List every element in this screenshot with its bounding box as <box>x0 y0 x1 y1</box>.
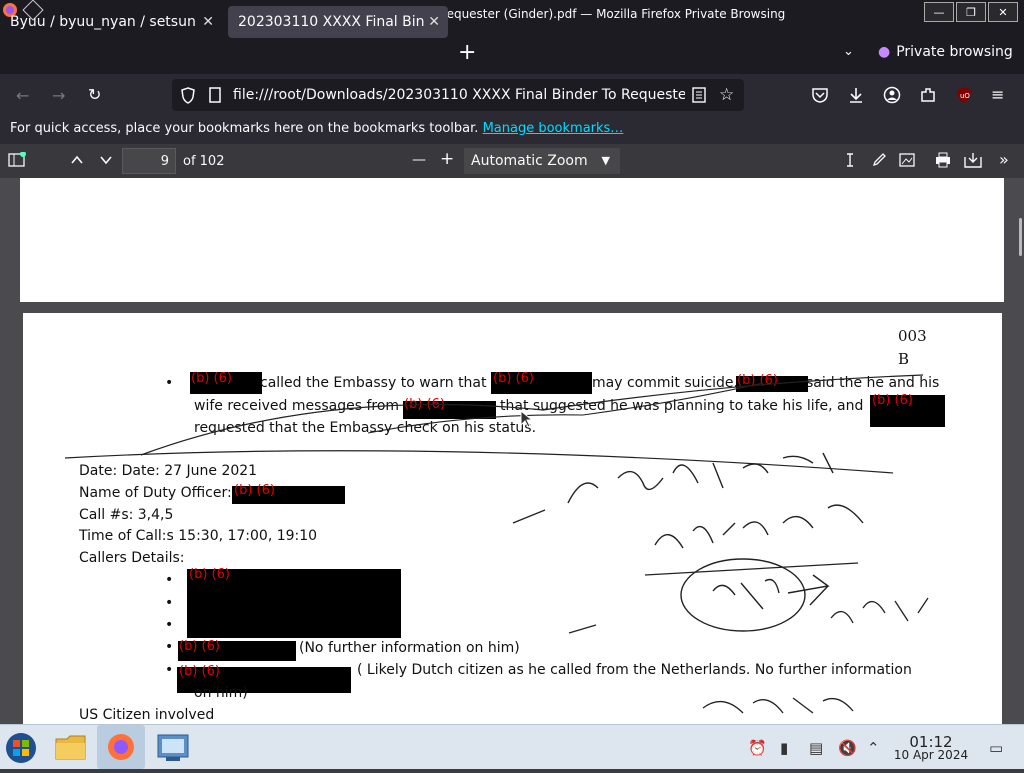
sidebar-toggle-icon[interactable] <box>8 151 26 172</box>
zoom-in-button[interactable]: + <box>440 149 454 169</box>
taskbar: ⏰ ▮ ▤ 🔇 ⌃ ▭ <box>0 724 1024 769</box>
pdf-viewer[interactable]: 003 B • (b) (6) called the Embassy to wa… <box>0 178 1024 724</box>
hamburger-menu-icon[interactable]: ≡ <box>991 85 1004 104</box>
text-select-icon[interactable] <box>844 152 856 172</box>
add-image-icon[interactable] <box>899 152 915 172</box>
downloads-icon[interactable] <box>847 86 865 108</box>
bookmark-star-icon[interactable]: ☆ <box>719 79 734 111</box>
bookmarks-hint-text: For quick access, place your bookmarks h… <box>10 121 479 136</box>
next-page-icon[interactable] <box>99 152 113 172</box>
bookmarks-toolbar: For quick access, place your bookmarks h… <box>0 116 1024 144</box>
close-tab-icon[interactable]: ✕ <box>428 6 440 38</box>
pdf-page-current: 003 B • (b) (6) called the Embassy to wa… <box>23 313 1002 724</box>
handwriting-scribbles <box>64 374 929 714</box>
list-all-tabs-button[interactable]: ⌄ <box>843 44 854 59</box>
new-tab-button[interactable]: + <box>458 40 476 65</box>
clipboard-tray-icon[interactable]: ▮ <box>780 739 788 757</box>
private-browsing-label: Private browsing <box>896 44 1013 60</box>
url-bar[interactable]: file:///root/Downloads/202303110 XXXX Fi… <box>172 79 744 111</box>
back-button[interactable]: ← <box>16 86 29 105</box>
page-number-input[interactable] <box>122 148 176 174</box>
private-browsing-indicator: ● Private browsing <box>878 44 1013 60</box>
show-desktop-icon[interactable]: ▭ <box>989 739 1003 757</box>
viewer-scrollbar[interactable] <box>1019 218 1022 256</box>
close-tab-icon[interactable]: ✕ <box>202 6 214 38</box>
mouse-cursor-icon <box>520 410 532 428</box>
url-text[interactable]: file:///root/Downloads/202303110 XXXX Fi… <box>233 79 685 111</box>
manage-bookmarks-link[interactable]: Manage bookmarks… <box>483 121 624 136</box>
notes-tray-icon[interactable]: ▤ <box>809 739 823 757</box>
bookmarks-hint: For quick access, place your bookmarks h… <box>10 116 623 142</box>
tab-byuu[interactable]: Byuu / byuu_nyan / setsuna ✕ <box>0 6 222 38</box>
reload-button[interactable]: ↻ <box>88 85 101 104</box>
extensions-icon[interactable] <box>919 86 937 108</box>
minimize-button[interactable]: — <box>924 2 954 22</box>
zoom-select[interactable]: Automatic Zoom ▼ <box>464 148 620 174</box>
alarm-icon[interactable]: ⏰ <box>748 739 767 757</box>
tab-label: 202303110 XXXX Final Bind <box>238 14 424 30</box>
pocket-icon[interactable] <box>811 86 829 108</box>
file-manager-icon[interactable] <box>54 731 86 763</box>
svg-text:uO: uO <box>960 92 970 100</box>
private-mask-icon: ● <box>878 44 891 60</box>
more-tools-button[interactable]: » <box>999 150 1009 169</box>
tab-pdf[interactable]: 202303110 XXXX Final Bind ✕ <box>228 6 448 38</box>
zoom-out-button[interactable]: — <box>412 152 426 168</box>
start-menu-icon[interactable] <box>4 731 36 763</box>
tray-expand-icon[interactable]: ⌃ <box>867 739 880 757</box>
print-icon[interactable] <box>935 152 951 172</box>
tab-label: Byuu / byuu_nyan / setsuna <box>10 14 195 30</box>
draw-pencil-icon[interactable] <box>871 152 887 172</box>
account-icon[interactable] <box>883 86 901 108</box>
zoom-value: Automatic Zoom <box>471 153 588 169</box>
volume-muted-icon[interactable]: 🔇 <box>838 739 857 757</box>
page-count: of 102 <box>183 154 225 169</box>
chevron-down-icon: ▼ <box>601 154 610 167</box>
forward-button[interactable]: → <box>52 86 65 105</box>
maximize-button[interactable]: ❐ <box>956 2 986 22</box>
previous-page-icon[interactable] <box>70 152 84 172</box>
control-panel-icon[interactable] <box>156 731 189 763</box>
firefox-taskbar-icon[interactable] <box>97 725 145 769</box>
ublock-origin-icon[interactable]: uO <box>955 86 973 108</box>
close-window-button[interactable]: ✕ <box>988 2 1018 22</box>
clock-date[interactable]: 10 Apr 2024 <box>890 748 972 762</box>
pdf-page-previous <box>20 178 1004 302</box>
save-download-icon[interactable] <box>964 152 982 172</box>
